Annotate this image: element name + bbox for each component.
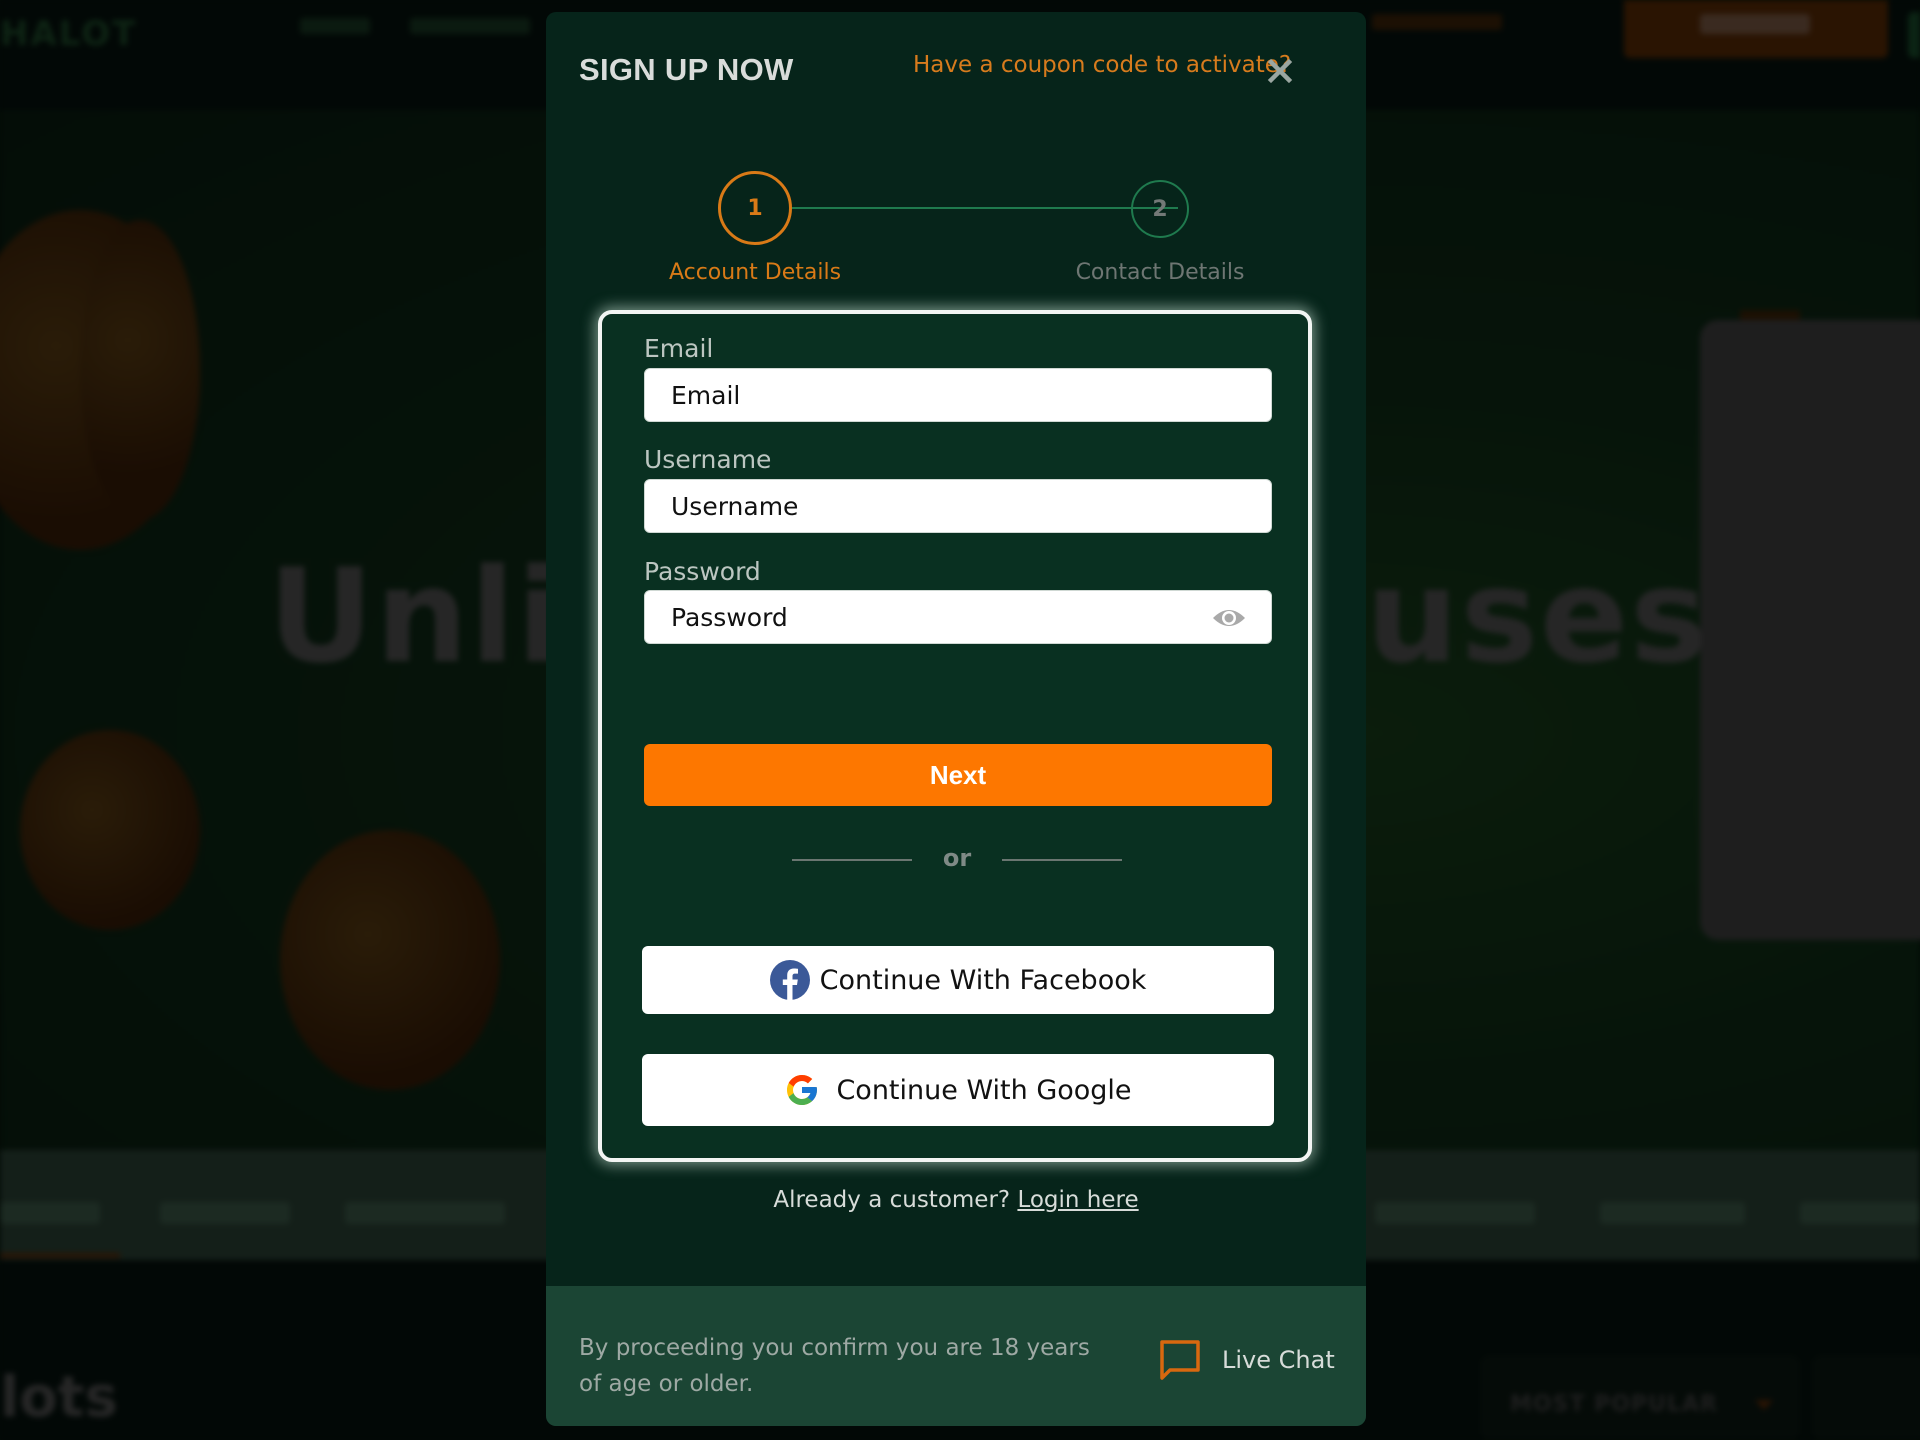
filter-dropdown <box>1812 1355 1920 1440</box>
chevron-down-icon <box>1755 1400 1773 1410</box>
google-icon <box>787 1075 818 1105</box>
step-1-indicator: 1 <box>718 171 792 245</box>
google-button-label: Continue With Google <box>836 1074 1132 1106</box>
step-1-number: 1 <box>747 195 763 221</box>
hero-heading-left: Unli <box>268 540 564 692</box>
signup-form: Email Username Password Next or <box>598 310 1312 1162</box>
or-divider: or <box>792 844 1122 874</box>
username-label: Username <box>644 445 772 474</box>
age-notice: By proceeding you confirm you are 18 yea… <box>579 1335 1090 1397</box>
username-field-wrapper <box>644 479 1272 533</box>
next-button[interactable]: Next <box>644 744 1272 806</box>
toggle-password-visibility-button[interactable] <box>1211 604 1247 632</box>
login-prompt: Already a customer? Login here <box>546 1187 1366 1213</box>
active-tab-indicator <box>0 1253 120 1258</box>
site-side-tab <box>1908 12 1920 58</box>
site-logo: HALOT <box>0 14 138 54</box>
modal-footer: By proceeding you confirm you are 18 yea… <box>546 1286 1366 1426</box>
divider-line-right <box>1002 859 1122 861</box>
facebook-button-label: Continue With Facebook <box>819 964 1147 996</box>
login-prompt-text: Already a customer? <box>773 1187 1011 1213</box>
facebook-icon <box>769 960 810 1000</box>
coupon-code-link[interactable]: Have a coupon code to activate? <box>913 52 1291 78</box>
site-nav <box>300 18 530 34</box>
sort-dropdown-label: MOST POPULAR <box>1510 1392 1718 1417</box>
step-2-indicator: 2 <box>1131 180 1189 238</box>
step-connector <box>792 207 1178 209</box>
continue-with-facebook-button[interactable]: Continue With Facebook <box>642 946 1274 1014</box>
signup-modal: SIGN UP NOW Have a coupon code to activa… <box>546 12 1366 1426</box>
site-promotions-link <box>1372 14 1502 30</box>
password-input[interactable] <box>645 591 1271 643</box>
divider-text: or <box>942 844 972 872</box>
close-button[interactable] <box>1265 56 1295 86</box>
close-icon <box>1267 58 1293 84</box>
email-label: Email <box>644 334 714 363</box>
password-label: Password <box>644 557 761 586</box>
login-link[interactable]: Login here <box>1017 1187 1138 1213</box>
site-register-button <box>1624 0 1888 58</box>
chat-bubble-icon <box>1160 1340 1200 1380</box>
step-1-label: Account Details <box>668 260 842 285</box>
email-field-wrapper <box>644 368 1272 422</box>
signup-stepper: 1 2 Account Details Contact Details <box>546 157 1366 287</box>
section-title: lots <box>0 1365 118 1430</box>
eye-icon <box>1213 610 1245 626</box>
hero-heading-right: uses <box>1366 540 1710 692</box>
step-2-label: Contact Details <box>1075 260 1245 285</box>
modal-title: SIGN UP NOW <box>579 52 794 87</box>
continue-with-google-button[interactable]: Continue With Google <box>642 1054 1274 1126</box>
step-2-number: 2 <box>1152 196 1168 222</box>
email-input[interactable] <box>645 369 1271 421</box>
live-chat-button[interactable]: Live Chat <box>1158 1338 1335 1382</box>
live-chat-label: Live Chat <box>1222 1346 1335 1374</box>
password-field-wrapper <box>644 590 1272 644</box>
username-input[interactable] <box>645 480 1271 532</box>
